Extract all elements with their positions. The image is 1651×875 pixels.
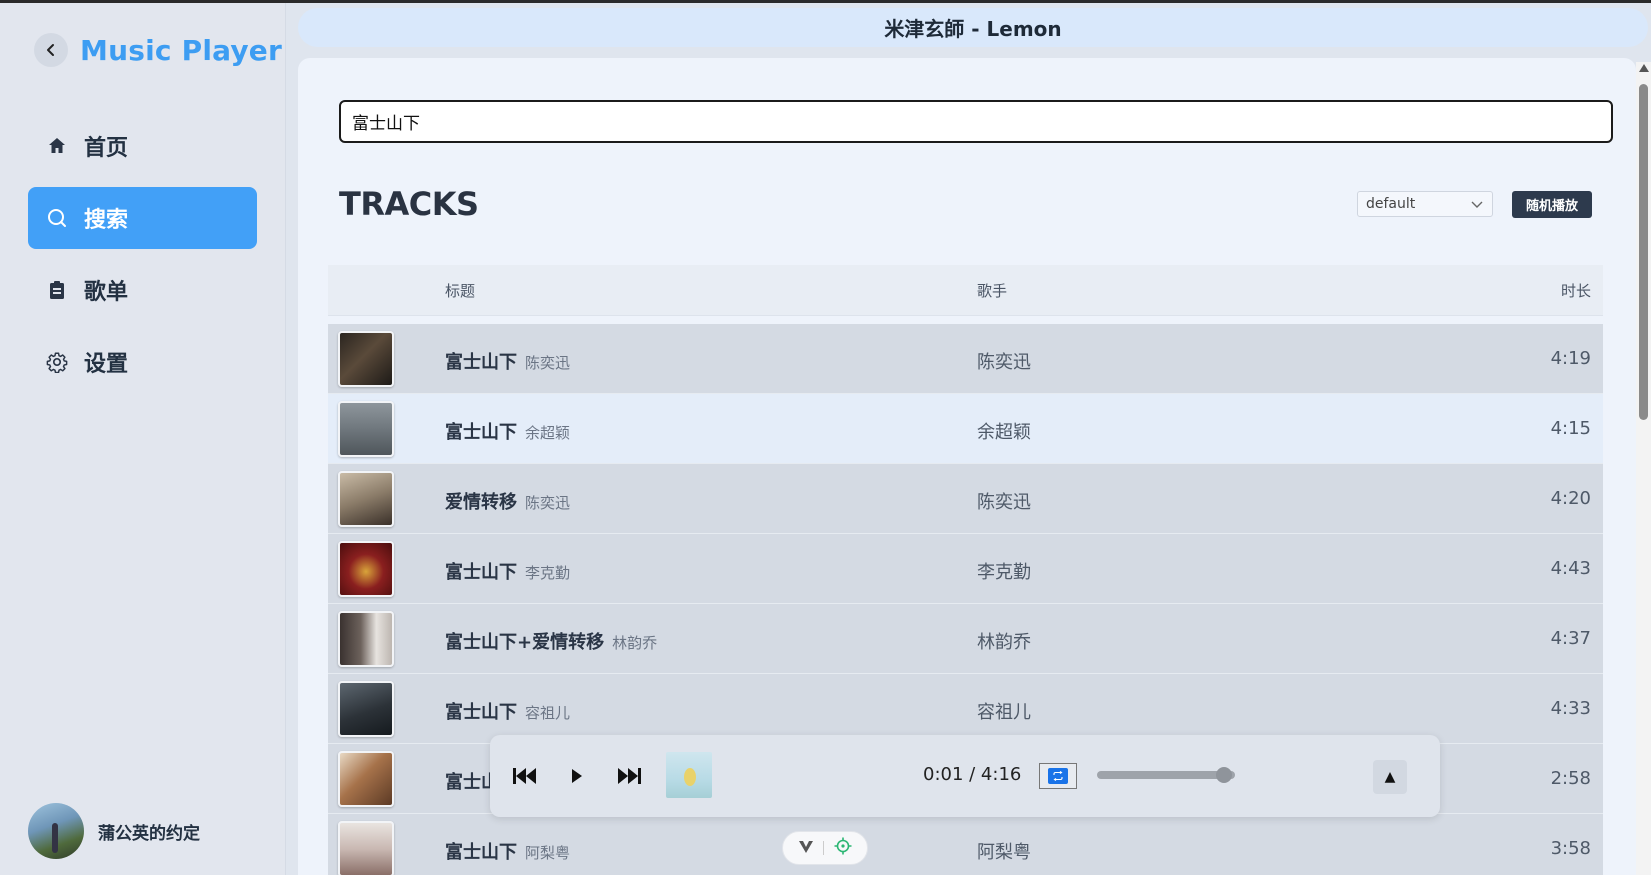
- app-title: Music Player: [80, 33, 283, 67]
- sidebar-item-playlist[interactable]: 歌单: [28, 259, 257, 321]
- track-artist[interactable]: 林韵乔: [977, 628, 1031, 654]
- clipboard-icon: [46, 279, 68, 301]
- table-row[interactable]: 富士山下 李克勤 李克勤 4:43: [328, 534, 1603, 604]
- sidebar-item-search[interactable]: 搜索: [28, 187, 257, 249]
- table-header: 标题 歌手 时长: [328, 265, 1603, 316]
- skip-next-icon: [618, 768, 641, 784]
- track-subartist: 李克勤: [525, 564, 571, 582]
- sidebar-item-home[interactable]: 首页: [28, 115, 257, 177]
- sidebar-item-label: 首页: [84, 136, 129, 161]
- track-artist[interactable]: 陈奕迅: [977, 488, 1031, 514]
- track-artist[interactable]: 阿梨粤: [977, 838, 1031, 864]
- repeat-icon: [1048, 768, 1068, 784]
- volume-slider-handle[interactable]: [1215, 767, 1232, 783]
- gear-icon: [46, 351, 68, 373]
- play-icon: [572, 769, 582, 783]
- track-cover: [338, 681, 394, 737]
- playback-time: 0:01 / 4:16: [923, 764, 1022, 785]
- header-duration: 时长: [1560, 281, 1591, 300]
- shuffle-button[interactable]: 随机播放: [1512, 191, 1592, 218]
- sidebar-item-label: 歌单: [84, 280, 129, 305]
- player-bar: 0:01 / 4:16 ▲: [490, 735, 1440, 817]
- track-cover: [338, 821, 394, 875]
- crosshair-icon[interactable]: [834, 837, 852, 859]
- track-duration: 4:20: [1550, 488, 1591, 509]
- sort-select[interactable]: default: [1357, 191, 1493, 217]
- track-subartist: 林韵乔: [612, 634, 658, 652]
- track-title: 富士山下+爱情转移: [445, 632, 605, 653]
- track-duration: 4:15: [1550, 418, 1591, 439]
- user-name: 蒲公英的约定: [98, 823, 200, 844]
- track-duration: 2:58: [1550, 768, 1591, 789]
- track-duration: 4:19: [1550, 348, 1591, 369]
- track-cover: [338, 331, 394, 387]
- track-title: 富士山下: [445, 352, 517, 373]
- floating-toolbar: [782, 831, 868, 865]
- track-subartist: 陈奕迅: [525, 354, 571, 372]
- track-artist[interactable]: 李克勤: [977, 558, 1031, 584]
- sidebar: Music Player 首页 搜索 歌单 设置 蒲公英的约定: [0, 3, 286, 875]
- header-artist: 歌手: [977, 281, 1008, 300]
- table-row[interactable]: 富士山下+爱情转移 林韵乔 林韵乔 4:37: [328, 604, 1603, 674]
- search-input[interactable]: [339, 100, 1613, 143]
- now-playing-cover[interactable]: [666, 752, 712, 798]
- track-artist[interactable]: 余超颖: [977, 418, 1031, 444]
- sidebar-item-label: 设置: [84, 352, 129, 377]
- track-artist[interactable]: 容祖儿: [977, 698, 1031, 724]
- track-cover: [338, 751, 394, 807]
- table-row[interactable]: 爱情转移 陈奕迅 陈奕迅 4:20: [328, 464, 1603, 534]
- track-title: 富士山下: [445, 842, 517, 863]
- now-playing-title: 米津玄師 - Lemon: [298, 8, 1648, 47]
- track-duration: 4:43: [1550, 558, 1591, 579]
- triangle-up-icon: ▲: [1384, 769, 1396, 785]
- expand-button[interactable]: ▲: [1373, 760, 1407, 794]
- next-button[interactable]: [612, 761, 646, 791]
- track-duration: 4:33: [1550, 698, 1591, 719]
- chevron-down-icon: [1471, 201, 1483, 208]
- table-row[interactable]: 富士山下 阿梨粤 阿梨粤 3:58: [328, 814, 1603, 875]
- track-duration: 3:58: [1550, 838, 1591, 859]
- track-artist[interactable]: 陈奕迅: [977, 348, 1031, 374]
- previous-button[interactable]: [508, 761, 542, 791]
- track-subartist: 容祖儿: [525, 704, 571, 722]
- track-cover: [338, 401, 394, 457]
- section-title: TRACKS: [339, 185, 479, 223]
- sidebar-item-label: 搜索: [84, 208, 129, 233]
- track-subartist: 陈奕迅: [525, 494, 571, 512]
- scrollbar[interactable]: [1636, 62, 1651, 875]
- header-title: 标题: [445, 281, 476, 300]
- sidebar-nav: 首页 搜索 歌单 设置: [28, 115, 257, 403]
- search-icon: [46, 207, 68, 229]
- track-cover: [338, 611, 394, 667]
- table-row[interactable]: 富士山下 容祖儿 容祖儿 4:33: [328, 674, 1603, 744]
- volume-slider[interactable]: [1097, 767, 1235, 783]
- loop-button[interactable]: [1039, 763, 1077, 789]
- track-duration: 4:37: [1550, 628, 1591, 649]
- track-title: 富士山下: [445, 562, 517, 583]
- table-row[interactable]: 富士山下 陈奕迅 陈奕迅 4:19: [328, 324, 1603, 394]
- chevron-left-icon: [47, 44, 54, 56]
- scroll-up-arrow-icon[interactable]: [1639, 64, 1649, 72]
- play-button[interactable]: [560, 761, 594, 791]
- track-cover: [338, 541, 394, 597]
- back-button[interactable]: [34, 33, 68, 67]
- track-title: 爱情转移: [445, 492, 517, 513]
- v-logo-icon[interactable]: [798, 839, 814, 858]
- sidebar-item-settings[interactable]: 设置: [28, 331, 257, 393]
- track-title: 富士山下: [445, 702, 517, 723]
- divider: [823, 841, 825, 855]
- skip-previous-icon: [513, 768, 536, 784]
- sort-selected-value: default: [1366, 196, 1416, 212]
- track-subartist: 余超颖: [525, 424, 571, 442]
- track-title: 富士山下: [445, 422, 517, 443]
- track-subartist: 阿梨粤: [525, 844, 571, 862]
- brand: Music Player: [34, 33, 282, 67]
- avatar: [28, 803, 84, 859]
- table-row[interactable]: 富士山下 余超颖 余超颖 4:15: [328, 394, 1603, 464]
- user-profile[interactable]: 蒲公英的约定: [28, 803, 200, 859]
- track-cover: [338, 471, 394, 527]
- scrollbar-thumb[interactable]: [1639, 84, 1648, 420]
- home-icon: [46, 135, 68, 157]
